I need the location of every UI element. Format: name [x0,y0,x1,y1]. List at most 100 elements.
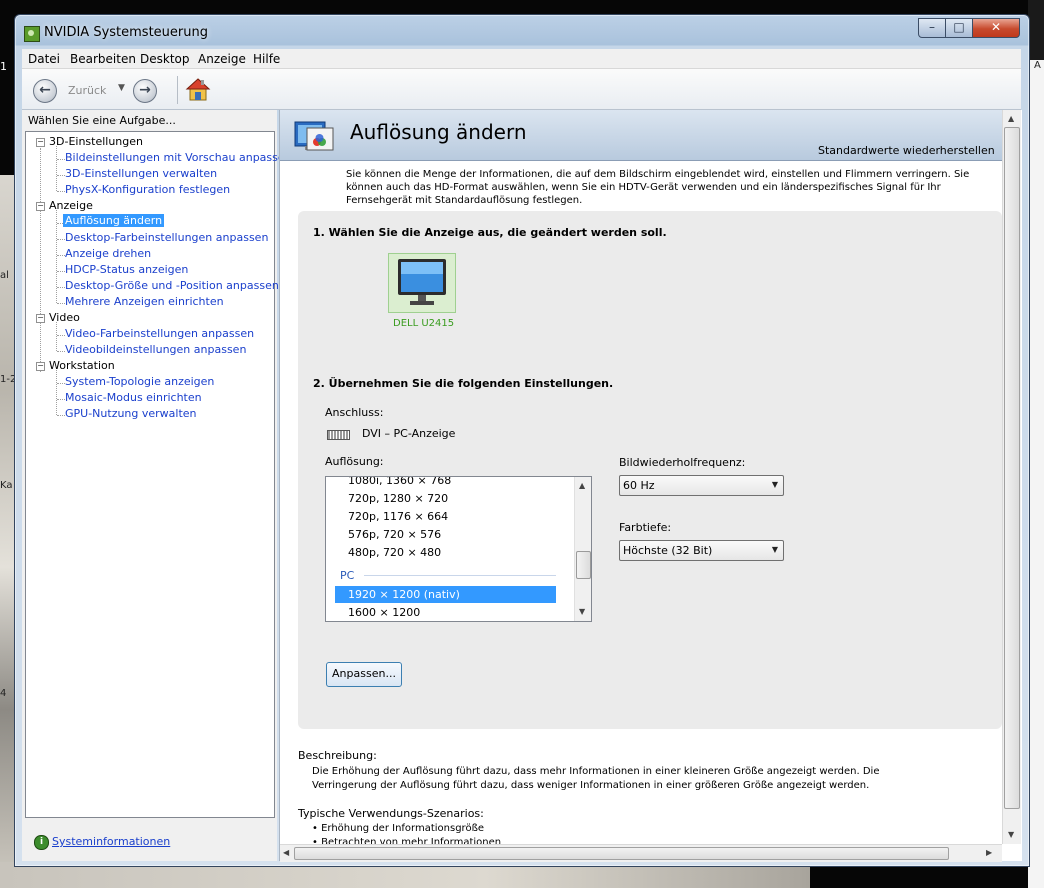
tree-line [57,239,65,240]
back-button[interactable]: ← [33,79,57,103]
window-title: NVIDIA Systemsteuerung [44,25,208,40]
tree-item-videobildeinstellungen[interactable]: Videobildeinstellungen anpassen [65,343,246,356]
task-tree: − 3D-Einstellungen Bildeinstellungen mit… [25,131,292,818]
history-dropdown-icon[interactable]: ▼ [118,83,125,93]
tree-category-3d[interactable]: 3D-Einstellungen [49,135,143,148]
description-text: Die Erhöhung der Auflösung führt dazu, d… [312,766,880,791]
restore-defaults-link[interactable]: Standardwerte wiederherstellen [818,144,995,157]
tree-item-mehrere-anzeigen[interactable]: Mehrere Anzeigen einrichten [65,295,224,308]
menu-bearbeiten[interactable]: Bearbeiten [70,52,136,66]
list-item[interactable]: 720p, 1280 × 720 [348,492,448,505]
color-depth-label: Farbtiefe: [619,521,672,534]
home-button[interactable] [185,77,211,103]
tree-line [56,146,57,191]
scrollbar-thumb[interactable] [1004,127,1020,809]
intro-text: Sie können die Menge der Informationen, … [346,169,970,206]
tree-item-system-topologie[interactable]: System-Topologie anzeigen [65,375,214,388]
desktop-glyph: Ka [0,480,13,491]
tree-item-video-farbeinstellungen[interactable]: Video-Farbeinstellungen anpassen [65,327,254,340]
tree-item-bildeinstellungen[interactable]: Bildeinstellungen mit Vorschau anpassen [65,151,292,164]
scroll-down-icon[interactable]: ▼ [1008,830,1014,839]
connection-label: Anschluss: [325,406,384,419]
resolution-listbox[interactable]: 1080i, 1360 × 768 720p, 1280 × 720 720p,… [325,476,592,622]
list-item-selected[interactable]: 1920 × 1200 (nativ) [348,588,460,601]
list-item: • Erhöhung der Informationsgröße [312,823,485,834]
arrow-right-icon: → [139,82,151,98]
tree-item-desktop-farbeinstellungen[interactable]: Desktop-Farbeinstellungen anpassen [65,231,268,244]
collapse-toggle-icon[interactable]: − [36,202,45,211]
minimize-button[interactable]: – [918,18,946,38]
tree-item-anzeige-drehen[interactable]: Anzeige drehen [65,247,151,260]
scrollbar-thumb[interactable] [576,551,591,579]
menu-anzeige[interactable]: Anzeige [198,52,246,66]
tree-line [57,351,65,352]
tree-category-workstation[interactable]: Workstation [49,359,115,372]
listbox-scrollbar[interactable]: ▲ ▼ [574,477,591,621]
task-label: Wählen Sie eine Aufgabe... [28,114,176,127]
horizontal-scrollbar[interactable]: ◀ ▶ [280,844,1002,862]
tree-line [57,271,65,272]
desktop-glyph: al [0,270,9,281]
tree-line [57,159,65,160]
chevron-down-icon: ▼ [771,480,778,489]
step-2-heading: 2. Übernehmen Sie die folgenden Einstell… [313,377,614,390]
content-panel: Auflösung ändern Standardwerte wiederher… [279,110,1022,862]
list-group-pc: PC [340,569,355,582]
tree-item-gpu-nutzung[interactable]: GPU-Nutzung verwalten [65,407,197,420]
scroll-left-icon[interactable]: ◀ [283,848,289,857]
tree-item-physx[interactable]: PhysX-Konfiguration festlegen [65,183,230,196]
system-info-link[interactable]: Systeminformationen [52,835,170,848]
list-item[interactable]: 1080i, 1360 × 768 [348,477,451,487]
info-icon: i [34,835,49,850]
list-item[interactable]: 720p, 1176 × 664 [348,510,448,523]
tree-category-anzeige[interactable]: Anzeige [49,199,93,212]
list-item[interactable]: 480p, 720 × 480 [348,546,441,559]
collapse-toggle-icon[interactable]: − [36,362,45,371]
list-item[interactable]: 576p, 720 × 576 [348,528,441,541]
display-tile-dell-u2415[interactable] [388,253,456,313]
menu-datei[interactable]: Datei [28,52,60,66]
tree-item-mosaic-modus[interactable]: Mosaic-Modus einrichten [65,391,202,404]
scroll-right-icon[interactable]: ▶ [986,848,992,857]
menu-hilfe[interactable]: Hilfe [253,52,280,66]
tree-category-video[interactable]: Video [49,311,80,324]
tree-item-hdcp-status[interactable]: HDCP-Status anzeigen [65,263,188,276]
color-depth-value: Höchste (32 Bit) [623,544,713,557]
customize-button[interactable]: Anpassen... [326,662,402,687]
page-header: Auflösung ändern Standardwerte wiederher… [280,110,1002,161]
maximize-button[interactable]: □ [945,18,973,38]
tree-item-3d-verwalten[interactable]: 3D-Einstellungen verwalten [65,167,217,180]
refresh-rate-label: Bildwiederholfrequenz: [619,456,746,469]
scenario-text: Erhöhung der Informationsgröße [321,823,485,834]
refresh-rate-select[interactable]: 60 Hz ▼ [619,475,784,496]
page-title: Auflösung ändern [350,120,527,144]
tree-line [57,399,65,400]
toolbar: ← Zurück ▼ → [22,69,1021,110]
scroll-down-icon[interactable]: ▼ [579,607,585,616]
back-label: Zurück [68,84,107,97]
nvidia-control-panel-window: NVIDIA Systemsteuerung – □ ✕ Datei Bearb… [14,14,1030,867]
vertical-scrollbar[interactable]: ▲ ▼ [1002,110,1021,844]
collapse-toggle-icon[interactable]: − [36,314,45,323]
tree-line [57,191,65,192]
desktop-glyph: 4 [0,688,7,699]
task-panel: Wählen Sie eine Aufgabe... − 3D-Einstell… [22,110,292,861]
color-depth-select[interactable]: Höchste (32 Bit) ▼ [619,540,784,561]
desktop-glyph: A [1034,60,1041,71]
scroll-up-icon[interactable]: ▲ [1008,114,1014,123]
desktop-glyph: 1 [0,60,7,73]
tree-item-desktop-groesse[interactable]: Desktop-Größe und -Position anpassen [65,279,279,292]
menu-desktop[interactable]: Desktop [140,52,190,66]
close-button[interactable]: ✕ [972,18,1020,38]
menu-bar: Datei Bearbeiten Desktop Anzeige Hilfe [22,49,1021,69]
list-item[interactable]: 1600 × 1200 [348,606,420,619]
tree-item-aufloesung-aendern[interactable]: Auflösung ändern [63,214,165,227]
forward-button[interactable]: → [133,79,157,103]
scroll-up-icon[interactable]: ▲ [579,481,585,490]
refresh-rate-value: 60 Hz [623,479,655,492]
display-settings-icon [293,118,337,156]
tree-line [57,303,65,304]
collapse-toggle-icon[interactable]: − [36,138,45,147]
toolbar-separator [177,76,178,104]
scrollbar-thumb[interactable] [294,847,949,860]
